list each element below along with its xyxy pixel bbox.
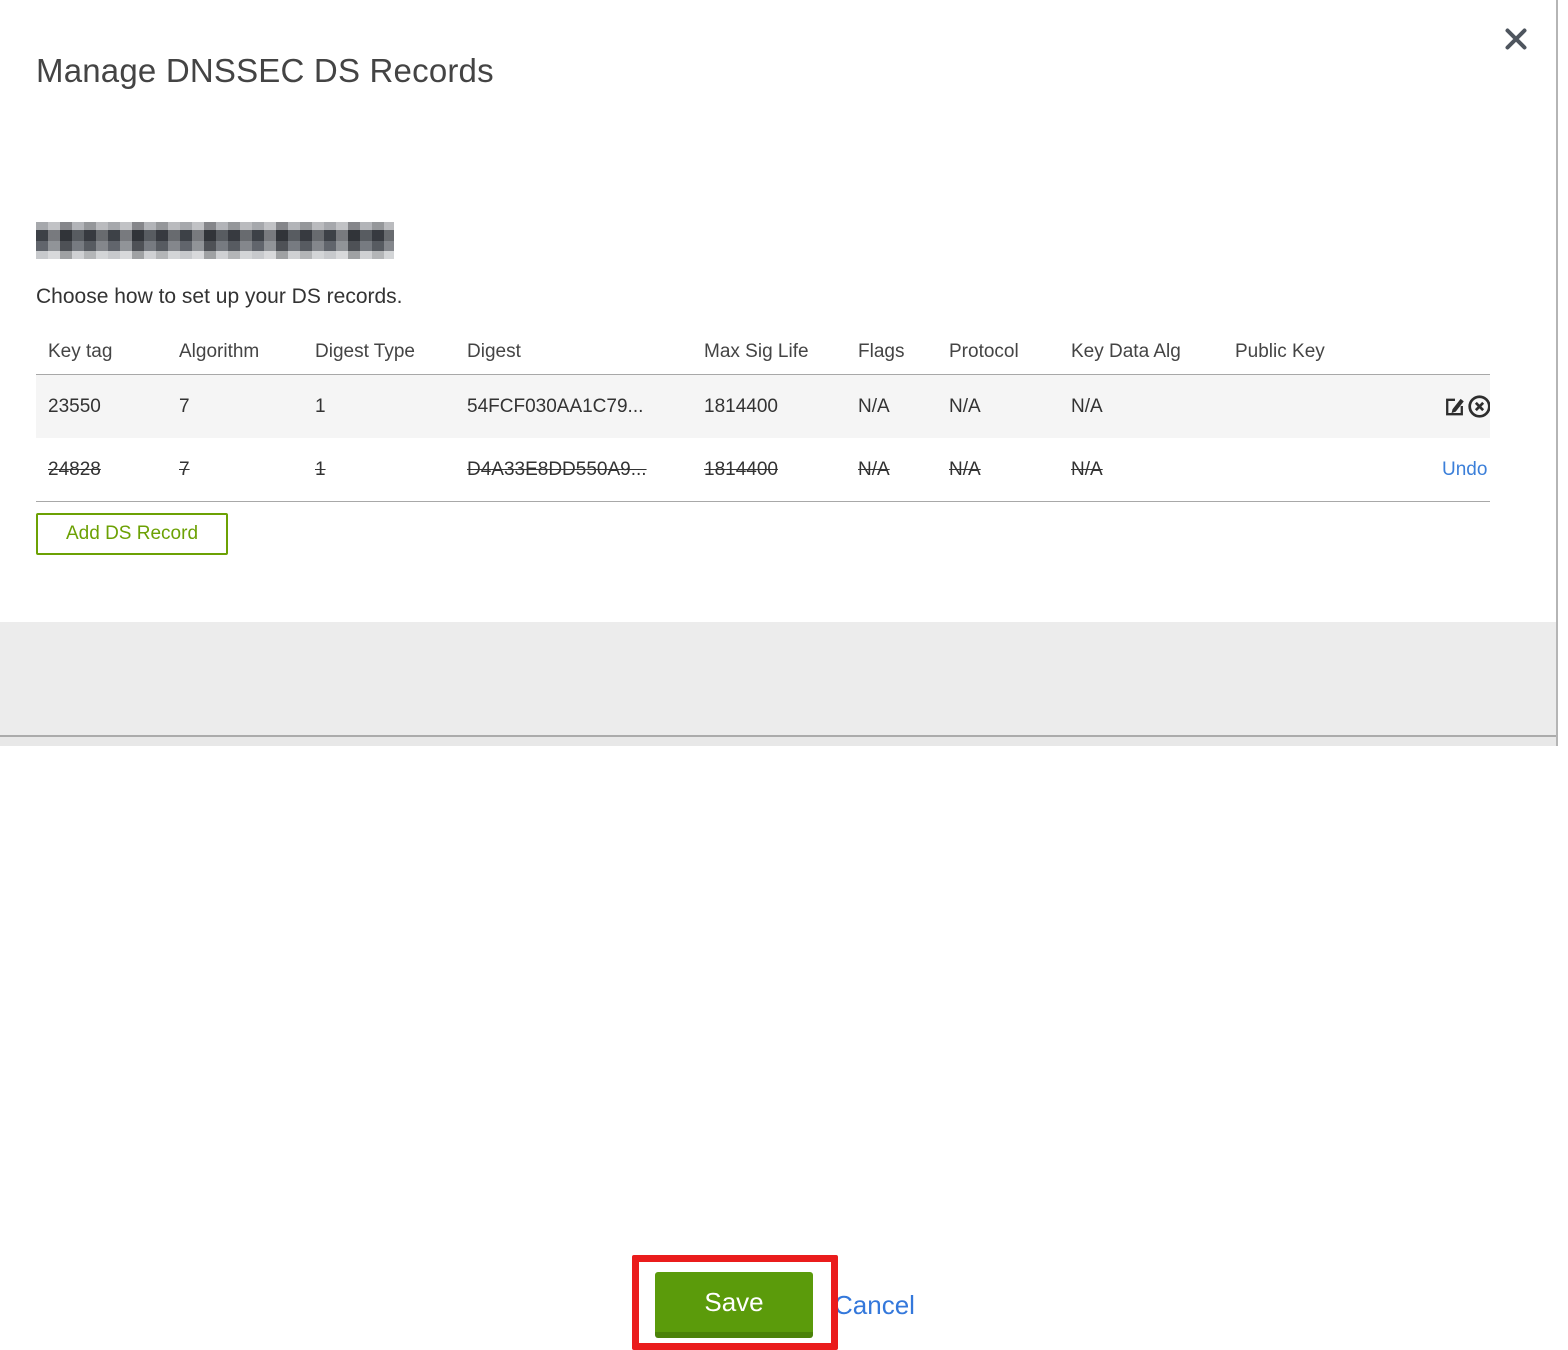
page-title: Manage DNSSEC DS Records xyxy=(36,52,494,90)
close-icon xyxy=(1501,28,1531,57)
edit-icon xyxy=(1443,398,1466,421)
ds-record-row-deleted: 24828 7 1 D4A33E8DD550A9... 1814400 N/A … xyxy=(36,438,1490,502)
column-header-key-tag: Key tag xyxy=(36,330,167,375)
column-header-public-key: Public Key xyxy=(1223,330,1430,375)
cell-public-key xyxy=(1223,438,1430,502)
table-header-row: Key tag Algorithm Digest Type Digest Max… xyxy=(36,330,1490,375)
cell-flags: N/A xyxy=(846,374,937,438)
cell-key-data-alg: N/A xyxy=(1059,374,1223,438)
cell-flags: N/A xyxy=(846,438,937,502)
setup-instruction-text: Choose how to set up your DS records. xyxy=(36,285,403,308)
cell-algorithm: 7 xyxy=(167,374,303,438)
column-header-actions xyxy=(1430,330,1490,375)
cell-protocol: N/A xyxy=(937,438,1059,502)
column-header-max-sig-life: Max Sig Life xyxy=(692,330,846,375)
add-ds-record-button[interactable]: Add DS Record xyxy=(36,513,229,555)
cell-protocol: N/A xyxy=(937,374,1059,438)
column-header-algorithm: Algorithm xyxy=(167,330,303,375)
close-button[interactable] xyxy=(1499,22,1533,56)
dialog-footer: Save Cancel xyxy=(0,622,1556,1350)
delete-record-button[interactable] xyxy=(1467,394,1490,419)
column-header-key-data-alg: Key Data Alg xyxy=(1059,330,1223,375)
delete-icon xyxy=(1467,395,1490,422)
cell-max-sig-life: 1814400 xyxy=(692,438,846,502)
cell-key-data-alg: N/A xyxy=(1059,438,1223,502)
row-actions: Undo xyxy=(1430,438,1490,502)
column-header-digest: Digest xyxy=(455,330,692,375)
cell-key-tag: 24828 xyxy=(36,438,167,502)
row-actions xyxy=(1430,374,1490,438)
cell-public-key xyxy=(1223,374,1430,438)
cell-algorithm: 7 xyxy=(167,438,303,502)
redacted-domain-block xyxy=(36,222,394,259)
ds-record-row: 23550 7 1 54FCF030AA1C79... 1814400 N/A … xyxy=(36,374,1490,438)
cancel-link[interactable]: Cancel xyxy=(834,1290,915,1321)
cell-digest-type: 1 xyxy=(303,374,455,438)
cell-digest: D4A33E8DD550A9... xyxy=(455,438,692,502)
cell-key-tag: 23550 xyxy=(36,374,167,438)
ds-records-table: Key tag Algorithm Digest Type Digest Max… xyxy=(36,330,1490,502)
viewport-bottom-edge xyxy=(0,735,1556,746)
column-header-flags: Flags xyxy=(846,330,937,375)
save-button[interactable]: Save xyxy=(655,1272,813,1338)
edit-record-button[interactable] xyxy=(1443,395,1466,418)
cell-digest-type: 1 xyxy=(303,438,455,502)
column-header-digest-type: Digest Type xyxy=(303,330,455,375)
undo-link[interactable]: Undo xyxy=(1442,459,1487,480)
column-header-protocol: Protocol xyxy=(937,330,1059,375)
cell-max-sig-life: 1814400 xyxy=(692,374,846,438)
dnssec-dialog: Manage DNSSEC DS Records Choose how to s… xyxy=(0,0,1558,1350)
cell-digest: 54FCF030AA1C79... xyxy=(455,374,692,438)
